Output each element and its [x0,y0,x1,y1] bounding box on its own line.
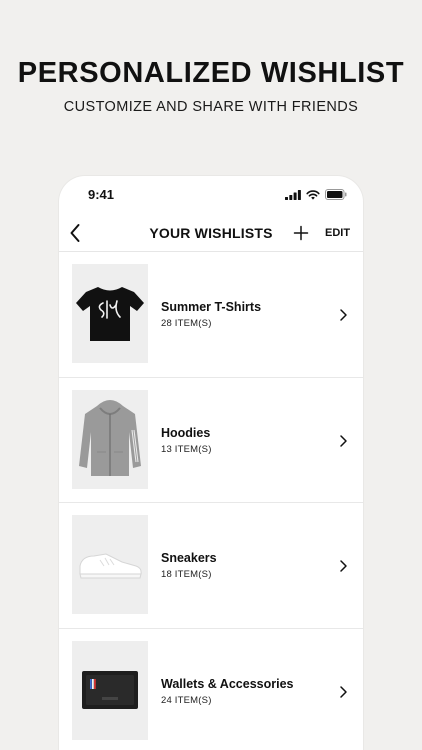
wallet-thumbnail [72,640,148,740]
wishlist-name: Sneakers [161,551,217,565]
navigation-bar: YOUR WISHLISTS EDIT [59,214,363,252]
wishlist-row-sneakers[interactable]: Sneakers 18 ITEM(S) [59,503,363,629]
tshirt-icon [76,286,144,341]
cellular-signal-icon [285,189,301,200]
wishlist-count: 18 ITEM(S) [161,569,212,580]
status-time: 9:41 [88,187,115,202]
chevron-right-icon [340,309,347,321]
sneaker-icon [79,552,142,578]
wishlist-row-hoodies[interactable]: Hoodies 13 ITEM(S) [59,378,363,503]
edit-button[interactable]: EDIT [325,227,350,239]
page-title: YOUR WISHLISTS [149,225,273,241]
chevron-left-icon[interactable] [68,222,82,244]
wishlist-name: Summer T-Shirts [161,300,262,314]
chevron-right-icon [340,560,347,572]
battery-icon [325,189,347,200]
wifi-icon [306,189,320,200]
promo-subheadline: CUSTOMIZE AND SHARE WITH FRIENDS [63,99,359,115]
wishlist-count: 24 ITEM(S) [161,694,212,706]
wishlist-name: Wallets & Accessories [161,676,294,691]
wishlist-row-wallets-accessories[interactable]: Wallets & Accessories 24 ITEM(S) [59,629,363,750]
sneaker-thumbnail [72,515,148,614]
wishlist-row-summer-tshirts[interactable]: Summer T-Shirts 28 ITEM(S) [59,252,363,378]
card-holder-icon [82,671,138,709]
wishlist-list: Summer T-Shirts 28 ITEM(S) Hoodies 13 IT… [59,252,363,750]
wishlist-name: Hoodies [161,425,211,440]
phone-screen: 9:41 YOUR WISHLISTS EDIT Summer T-Shirts… [59,176,363,750]
hoodie-thumbnail [72,389,148,489]
hoodie-icon [79,400,141,476]
wishlist-count: 13 ITEM(S) [161,443,212,455]
wishlist-count: 28 ITEM(S) [161,318,212,329]
chevron-right-icon [340,685,347,698]
plus-icon[interactable] [293,225,309,241]
tshirt-thumbnail [72,264,148,363]
status-bar: 9:41 [59,176,363,214]
chevron-right-icon [340,434,347,447]
promo-headline: PERSONALIZED WISHLIST [17,57,405,89]
